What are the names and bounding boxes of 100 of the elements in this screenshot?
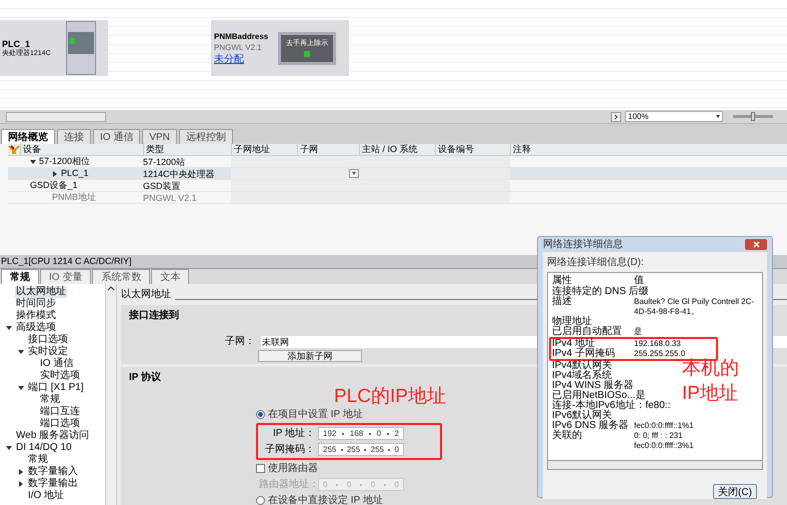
tab[interactable]: 常规 bbox=[1, 269, 39, 284]
value-cell: 是 bbox=[634, 327, 642, 337]
value-cell: 0: 0; fff : : 231 bbox=[634, 431, 683, 441]
plc-module-icon bbox=[66, 21, 96, 75]
expanded-arrow-icon[interactable] bbox=[6, 445, 12, 451]
table-cell-text: GSD设备_1 bbox=[30, 178, 78, 192]
close-icon bbox=[752, 241, 760, 248]
dropdown-icon[interactable] bbox=[349, 169, 359, 178]
panel-heading: 接口连接到 bbox=[129, 308, 179, 323]
tree-item[interactable]: 时间同步 bbox=[15, 298, 57, 310]
vertical-scrollbar[interactable] bbox=[105, 284, 117, 505]
tab[interactable]: 连接 bbox=[57, 129, 91, 144]
tree-item[interactable]: 端口选项 bbox=[39, 418, 81, 430]
column-header[interactable]: 类型 bbox=[143, 142, 231, 156]
checkbox[interactable] bbox=[256, 464, 265, 473]
property-cell: 已启用自动配置 bbox=[552, 327, 622, 337]
tree-item[interactable]: 接口选项 bbox=[27, 334, 69, 346]
table-cell-text: PNMB地址 bbox=[52, 190, 96, 204]
close-dialog-button[interactable]: 关闭(C) bbox=[713, 484, 757, 499]
filter-icon[interactable] bbox=[8, 144, 20, 154]
slider-thumb[interactable] bbox=[751, 112, 755, 121]
tree-item[interactable]: 常规 bbox=[27, 454, 49, 466]
property-cell: IPv4 WINS 服务器 bbox=[552, 381, 634, 391]
router-address-field: 0 0 0 0 bbox=[318, 478, 404, 491]
field-label: IP 地址： bbox=[272, 426, 315, 441]
tree-item[interactable]: 端口 [X1 P1] bbox=[27, 382, 85, 394]
expanded-arrow-icon[interactable] bbox=[30, 158, 36, 164]
tree-item[interactable]: 实时选项 bbox=[39, 370, 81, 382]
property-cell: 连接特定的 DNS 后缀 bbox=[552, 287, 649, 297]
property-cell: 描述 bbox=[552, 297, 572, 307]
tree-item[interactable]: 端口互连 bbox=[39, 406, 81, 418]
tree-item[interactable]: I/O 地址 bbox=[27, 490, 66, 502]
tree-item[interactable]: 数字量输出 bbox=[27, 478, 79, 490]
tree-item[interactable]: DI 14/DQ 10 bbox=[15, 442, 73, 454]
property-cell: IPv4 地址 bbox=[552, 339, 595, 349]
tree-item[interactable]: 实时设定 bbox=[27, 346, 69, 358]
radio-button[interactable] bbox=[256, 410, 265, 419]
field-label: 子网掩码： bbox=[264, 443, 315, 457]
table-cell-text: 1214C中央处理器 bbox=[143, 168, 216, 179]
radio-label: 在设备中直接设定 IP 地址 bbox=[268, 494, 383, 505]
tab[interactable]: 文本 bbox=[151, 269, 190, 284]
value-cell-text: 255.255.255.0 bbox=[634, 349, 686, 358]
property-cell: 物理地址 bbox=[552, 317, 592, 327]
property-cell: IPv4 子网掩码 bbox=[552, 349, 615, 359]
dialog-caption: 网络连接详细信息(D): bbox=[547, 256, 645, 270]
property-cell: IPv4域名系统 bbox=[552, 371, 612, 381]
table-cell-text: 57-1200相位 bbox=[39, 154, 90, 168]
tab[interactable]: VPN bbox=[142, 129, 177, 144]
column-header[interactable]: 注释 bbox=[510, 142, 570, 156]
checkbox-label: 使用路由器 bbox=[268, 462, 318, 476]
tree-item[interactable]: 数字量输入 bbox=[27, 466, 79, 478]
dialog-title: 网络连接详细信息 bbox=[543, 238, 623, 252]
column-header[interactable]: 设备 bbox=[20, 142, 143, 156]
horizontal-scrollbar[interactable] bbox=[6, 112, 106, 122]
value-cell: fec0:0:0:ffff::3%1 bbox=[634, 441, 694, 451]
property-cell: IPv6 DNS 服务器 bbox=[552, 421, 629, 431]
add-subnet-button[interactable]: 添加新子网 bbox=[258, 350, 362, 362]
tab[interactable]: IO 通信 bbox=[93, 129, 140, 144]
expanded-arrow-icon[interactable] bbox=[18, 385, 24, 391]
table-row[interactable]: GSD设备_1 GSD装置 bbox=[8, 180, 787, 192]
table-cell-text: 57-1200站 bbox=[143, 156, 186, 167]
tree-item[interactable]: 以太网地址 bbox=[15, 286, 67, 298]
tree-item[interactable]: 常规 bbox=[39, 394, 61, 406]
expanded-arrow-icon[interactable] bbox=[6, 325, 12, 331]
field-label: 子网： bbox=[225, 335, 255, 349]
device-name: PLC_1 bbox=[2, 38, 32, 48]
tab[interactable]: 网络概览 bbox=[1, 129, 55, 144]
ip-address-field[interactable]: 192 168 0 2 bbox=[318, 427, 404, 440]
table-cell-text: PLC_1 bbox=[61, 166, 89, 180]
unassigned-link[interactable]: 未分配 bbox=[214, 52, 268, 66]
panel-heading: IP 协议 bbox=[129, 370, 162, 385]
zoom-dropdown[interactable]: 100% bbox=[625, 111, 723, 122]
field-label: 路由器地址： bbox=[259, 478, 315, 492]
property-cell: 连接-本地IPv6地址：fe80:: bbox=[552, 401, 670, 411]
section-title: 以太网地址 bbox=[121, 288, 171, 302]
tree-item[interactable]: Web 服务器访问 bbox=[15, 430, 90, 442]
column-header: 值 bbox=[634, 274, 644, 286]
device-type: PNGWL V2.1 bbox=[214, 42, 263, 52]
radio-button[interactable] bbox=[256, 496, 265, 505]
tab[interactable]: 远程控制 bbox=[178, 129, 233, 144]
expanded-arrow-icon[interactable] bbox=[18, 349, 24, 355]
table-cell-text: GSD装置 bbox=[143, 180, 182, 191]
value-cell-text: Baultek? Cle Gl Puily Contrell 2C-4D-54-98-F8-41。 bbox=[634, 297, 756, 317]
tab[interactable]: 系统常数 bbox=[92, 269, 150, 284]
tree-item[interactable]: IO 通信 bbox=[39, 358, 74, 370]
tab[interactable]: IO 变量 bbox=[40, 269, 92, 284]
annotation-text: IP地址 bbox=[682, 382, 739, 406]
scroll-up-icon[interactable] bbox=[106, 284, 116, 293]
table-row[interactable]: PLC_1 1214C中央处理器 bbox=[8, 168, 787, 180]
device-name: PNMBaddress bbox=[214, 30, 268, 42]
tree-item[interactable]: 操作模式 bbox=[15, 310, 57, 322]
zoom-slider[interactable] bbox=[733, 115, 773, 118]
close-button[interactable] bbox=[745, 239, 767, 250]
subnet-mask-field[interactable]: 255 255 255 0 bbox=[318, 443, 404, 456]
horizontal-scrollbar[interactable] bbox=[547, 461, 763, 470]
collapsed-arrow-icon[interactable] bbox=[52, 170, 58, 176]
property-cell: 关联的 bbox=[552, 431, 582, 441]
tree-item[interactable]: 高级选项 bbox=[15, 322, 57, 334]
table-cell-text: PNGWL V2.1 bbox=[143, 192, 198, 203]
radio-label: 在项目中设置 IP 地址 bbox=[268, 408, 363, 422]
